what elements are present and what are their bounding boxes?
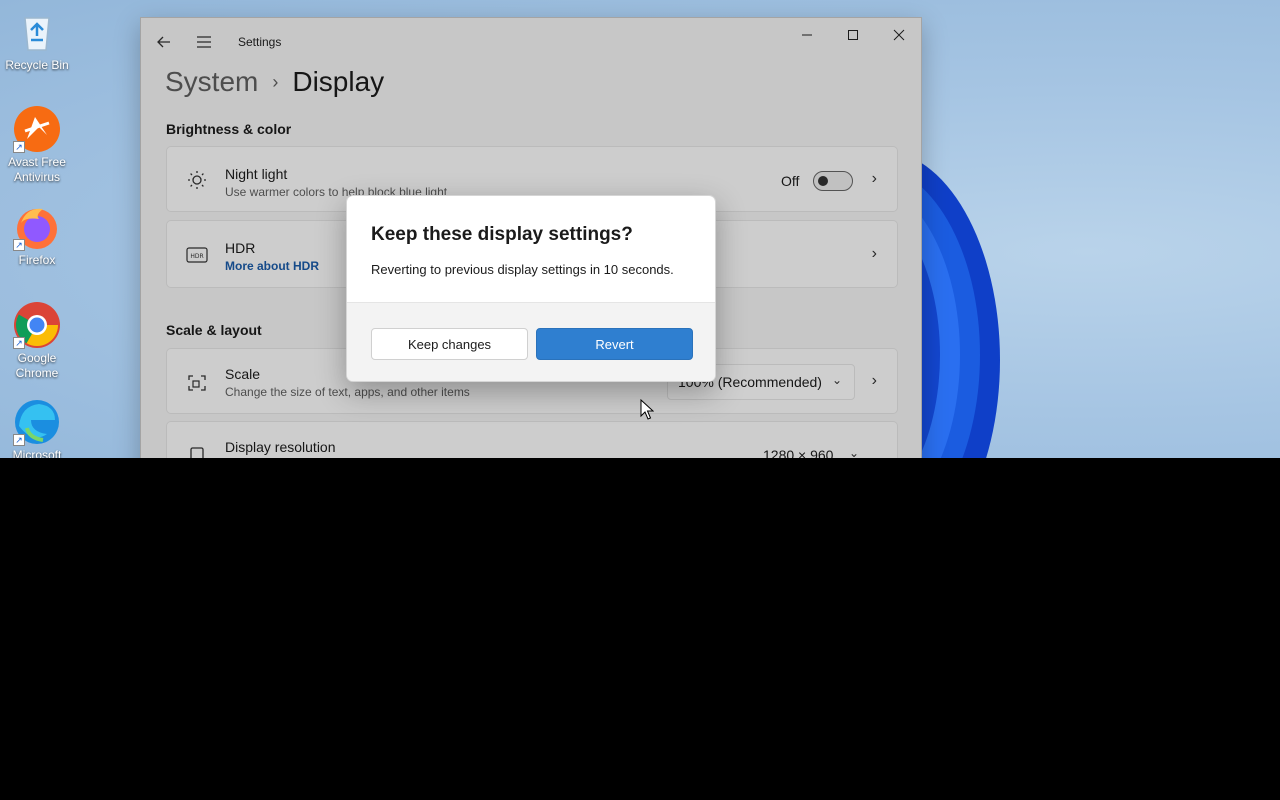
recycle-bin-icon [13,8,61,56]
black-screen-area [0,458,1280,800]
revert-button[interactable]: Revert [536,328,693,360]
desktop-icon-edge[interactable]: ↗ Microsoft [4,398,70,458]
desktop-icon-recycle-bin[interactable]: Recycle Bin [4,8,70,73]
dialog-footer: Keep changes Revert [347,302,715,381]
desktop-icon-chrome[interactable]: ↗ Google Chrome [4,301,70,381]
desktop-icon-avast[interactable]: ↗ Avast Free Antivirus [4,105,70,185]
shortcut-arrow-icon: ↗ [13,141,25,153]
firefox-icon: ↗ [13,203,61,251]
desktop-icon-label: Google Chrome [15,351,59,380]
desktop-icon-label: Avast Free Antivirus [8,155,66,184]
dialog-title: Keep these display settings? [371,224,633,245]
shortcut-arrow-icon: ↗ [13,239,25,251]
shortcut-arrow-icon: ↗ [13,337,25,349]
desktop-icon-label: Microsoft [12,448,62,458]
dialog-message: Reverting to previous display settings i… [371,262,674,277]
desktop-icon-firefox[interactable]: ↗ Firefox [4,203,70,268]
desktop-icon-label: Firefox [18,253,56,267]
keep-changes-button[interactable]: Keep changes [371,328,528,360]
desktop: Recycle Bin ↗ Avast Free Antivirus ↗ Fir… [0,0,1280,458]
avast-icon: ↗ [13,105,61,153]
chrome-icon: ↗ [13,301,61,349]
mouse-cursor-icon [640,398,655,421]
edge-icon: ↗ [13,398,61,446]
keep-settings-dialog: Keep these display settings? Reverting t… [346,195,716,382]
shortcut-arrow-icon: ↗ [13,434,25,446]
desktop-icon-label: Recycle Bin [5,58,69,72]
